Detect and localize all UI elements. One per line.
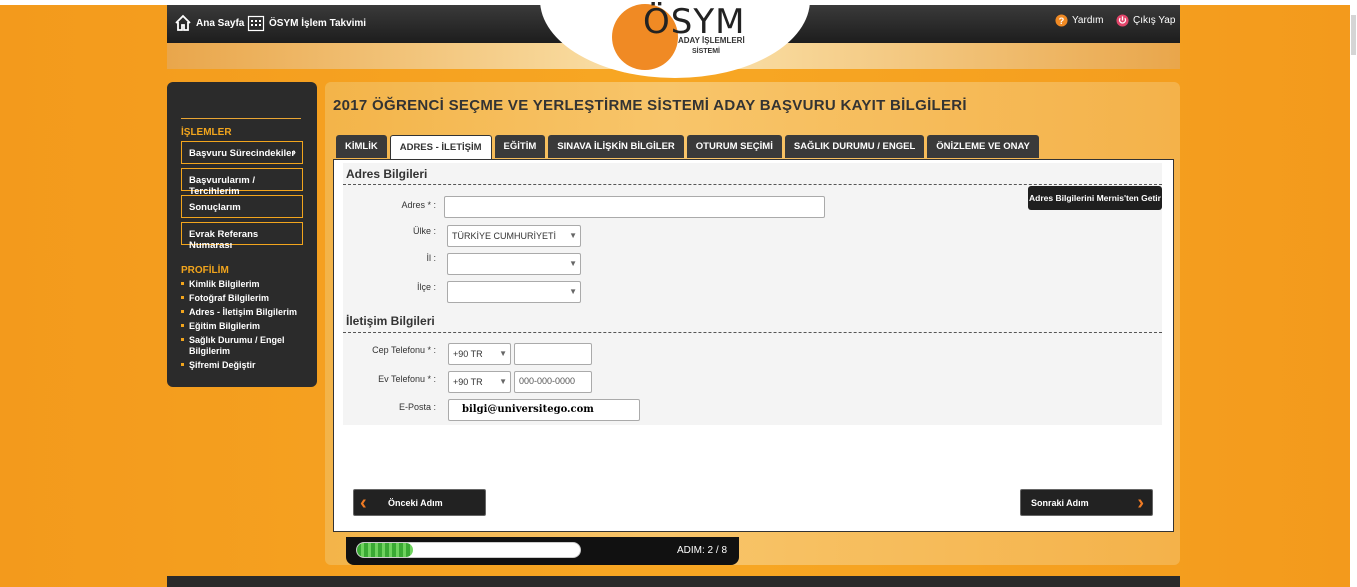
help-icon: ? [1055, 14, 1068, 27]
ev-phone-input[interactable]: 000-000-0000 [514, 371, 592, 393]
ilce-label: İlçe : [416, 282, 436, 292]
next-step-label: Sonraki Adım [1031, 498, 1089, 508]
profile-link-egitim[interactable]: Eğitim Bilgilerim [181, 321, 304, 332]
contact-section-title: İletişim Bilgileri [346, 314, 435, 328]
ev-country-select[interactable]: +90 TR ▼ [448, 371, 511, 393]
profile-link-adres[interactable]: Adres - İletişim Bilgilerim [181, 307, 304, 318]
sidebar-btn-basvurularim[interactable]: Başvurularım / Tercihlerim [181, 168, 303, 197]
profile-link-saglik[interactable]: Sağlık Durumu / Engel Bilgilerim [181, 335, 304, 356]
sidebar-btn-label: Sonuçlarım [189, 202, 241, 213]
calendar-icon [247, 15, 265, 32]
section-divider [343, 332, 1162, 333]
cep-phone-input[interactable] [514, 343, 592, 365]
il-select[interactable]: ▼ [447, 253, 581, 275]
profile-link-kimlik[interactable]: Kimlik Bilgilerim [181, 279, 304, 290]
svg-text:?: ? [1059, 16, 1065, 26]
tab-egitim[interactable]: EĞİTİM [494, 135, 546, 158]
tab-kimlik[interactable]: KİMLİK [336, 135, 387, 158]
sidebar-divider [181, 118, 301, 119]
chevron-left-icon: ‹ [360, 492, 367, 514]
progress-fill [357, 543, 413, 557]
tab-oturum-secimi[interactable]: OTURUM SEÇİMİ [686, 135, 782, 158]
ev-code: +90 TR [453, 377, 483, 387]
scrollbar-thumb[interactable] [1351, 15, 1356, 55]
ilce-select[interactable]: ▼ [447, 281, 581, 303]
chevron-down-icon: ▼ [569, 259, 577, 268]
ulke-value: TÜRKİYE CUMHURİYETİ [452, 231, 557, 241]
email-input[interactable]: bilgi@universitego.com [448, 399, 640, 421]
prev-step-button[interactable]: ‹ Önceki Adım [353, 489, 486, 516]
mernis-fetch-button[interactable]: Adres Bilgilerini Mernis'ten Getir [1028, 186, 1162, 210]
ev-label: Ev Telefonu * : [378, 374, 436, 384]
step-progress: ADIM: 2 / 8 [346, 537, 739, 565]
logo-subtitle-1: ADAY İŞLEMLERİ [678, 36, 745, 45]
sidebar: İŞLEMLER Başvuru Sürecindekiler › Başvur… [167, 82, 317, 387]
page-title: 2017 ÖĞRENCİ SEÇME VE YERLEŞTİRME SİSTEM… [333, 97, 967, 114]
sidebar-section-profilim: PROFİLİM [181, 265, 229, 276]
section-divider [343, 184, 1162, 185]
calendar-label: ÖSYM İşlem Takvimi [269, 17, 367, 29]
tab-saglik-durumu[interactable]: SAĞLIK DURUMU / ENGEL [784, 135, 925, 158]
calendar-link[interactable]: ÖSYM İşlem Takvimi [247, 14, 366, 32]
sidebar-btn-label: Evrak Referans Numarası [189, 229, 259, 251]
chevron-right-icon: › [292, 147, 296, 158]
cep-code: +90 TR [453, 349, 483, 359]
logout-label: Çıkış Yap [1133, 15, 1176, 26]
chevron-down-icon: ▼ [499, 349, 507, 358]
chevron-down-icon: ▼ [499, 377, 507, 386]
tab-onizleme[interactable]: ÖNİZLEME VE ONAY [927, 135, 1039, 158]
adres-input[interactable] [444, 196, 825, 218]
next-step-button[interactable]: Sonraki Adım › [1020, 489, 1153, 516]
prev-step-label: Önceki Adım [388, 498, 443, 508]
sidebar-btn-label: Başvurularım / Tercihlerim [189, 175, 255, 197]
form-inner: Adres Bilgileri Adres * : Ülke : TÜRKİYE… [343, 163, 1162, 425]
cep-label: Cep Telefonu * : [372, 345, 436, 355]
adres-label: Adres * : [401, 200, 436, 210]
cep-country-select[interactable]: +90 TR ▼ [448, 343, 511, 365]
sidebar-btn-sonuclarim[interactable]: Sonuçlarım [181, 195, 303, 218]
address-section-title: Adres Bilgileri [346, 167, 428, 181]
sidebar-btn-label: Başvuru Sürecindekiler [189, 148, 296, 159]
step-counter: ADIM: 2 / 8 [676, 545, 727, 556]
ulke-label: Ülke : [412, 226, 436, 236]
logout-link[interactable]: Çıkış Yap [1116, 14, 1175, 27]
form-panel: Adres Bilgileri Adres * : Ülke : TÜRKİYE… [333, 159, 1174, 532]
sidebar-section-islemler: İŞLEMLER [181, 127, 232, 138]
help-link[interactable]: ? Yardım [1055, 14, 1104, 27]
profile-links: Kimlik Bilgilerim Fotoğraf Bilgilerim Ad… [181, 279, 304, 370]
email-value: bilgi@universitego.com [462, 404, 594, 415]
help-label: Yardım [1072, 15, 1104, 26]
footer-bar [167, 576, 1180, 587]
logo-subtitle-2: SİSTEMİ [692, 48, 721, 55]
tab-adres-iletisim[interactable]: ADRES - İLETİŞİM [389, 135, 492, 159]
main-content: 2017 ÖĞRENCİ SEÇME VE YERLEŞTİRME SİSTEM… [325, 82, 1180, 565]
sidebar-btn-evrak-referans[interactable]: Evrak Referans Numarası [181, 222, 303, 251]
power-icon [1116, 14, 1129, 27]
home-label: Ana Sayfa [196, 17, 245, 29]
il-label: İl : [426, 253, 436, 263]
progress-track [356, 542, 581, 558]
sidebar-btn-basvuru-surecindekiler[interactable]: Başvuru Sürecindekiler › [181, 141, 303, 164]
home-link[interactable]: Ana Sayfa [174, 14, 244, 32]
ulke-select[interactable]: TÜRKİYE CUMHURİYETİ ▼ [447, 225, 581, 247]
chevron-right-icon: › [1137, 492, 1144, 514]
chevron-down-icon: ▼ [569, 231, 577, 240]
email-label: E-Posta : [398, 402, 436, 412]
tab-sinava-iliskin[interactable]: SINAVA İLİŞKİN BİLGİLER [548, 135, 684, 158]
profile-link-fotograf[interactable]: Fotoğraf Bilgilerim [181, 293, 304, 304]
page-scrollbar[interactable] [1350, 5, 1357, 587]
home-icon [175, 14, 191, 31]
profile-link-sifre[interactable]: Şifremi Değiştir [181, 360, 304, 371]
chevron-down-icon: ▼ [569, 287, 577, 296]
tab-bar: KİMLİK ADRES - İLETİŞİM EĞİTİM SINAVA İL… [336, 135, 1039, 159]
